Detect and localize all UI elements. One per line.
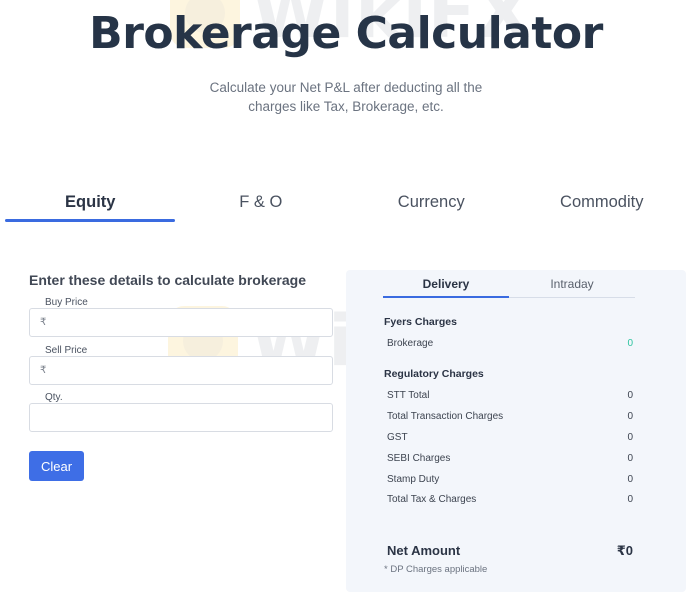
buy-price-field[interactable]: Buy Price ₹ bbox=[29, 297, 333, 337]
rupee-icon: ₹ bbox=[40, 365, 47, 376]
tab-currency[interactable]: Currency bbox=[346, 186, 517, 222]
qty-input[interactable] bbox=[52, 410, 322, 426]
row-label: Stamp Duty bbox=[387, 474, 440, 485]
results-panel: Delivery Intraday Fyers Charges Brokerag… bbox=[346, 270, 686, 592]
page-subtitle: Calculate your Net P&L after deducting a… bbox=[209, 80, 483, 114]
form-heading: Enter these details to calculate brokera… bbox=[29, 272, 306, 288]
qty-field[interactable]: Qty. bbox=[29, 392, 333, 432]
buy-price-label: Buy Price bbox=[41, 297, 92, 308]
rupee-icon: ₹ bbox=[40, 317, 47, 328]
clear-button[interactable]: Clear bbox=[29, 451, 84, 481]
sebi-charges-row: SEBI Charges 0 bbox=[387, 453, 633, 464]
net-amount-row: Net Amount ₹0 bbox=[387, 543, 633, 559]
gst-row: GST 0 bbox=[387, 432, 633, 443]
row-value: 0 bbox=[627, 474, 633, 485]
sell-price-field[interactable]: Sell Price ₹ bbox=[29, 345, 333, 385]
transaction-charges-row: Total Transaction Charges 0 bbox=[387, 411, 633, 422]
row-label: SEBI Charges bbox=[387, 453, 451, 464]
brokerage-row: Brokerage 0 bbox=[387, 338, 633, 349]
fyers-charges-title: Fyers Charges bbox=[384, 316, 457, 328]
row-value: 0 bbox=[627, 453, 633, 464]
row-value: 0 bbox=[627, 411, 633, 422]
row-label: Total Transaction Charges bbox=[387, 411, 504, 422]
row-value: 0 bbox=[627, 494, 633, 505]
page-title: Brokerage Calculator bbox=[89, 8, 603, 59]
net-amount-value: ₹0 bbox=[616, 543, 633, 558]
stamp-duty-row: Stamp Duty 0 bbox=[387, 474, 633, 485]
input-form: Enter these details to calculate brokera… bbox=[12, 262, 345, 602]
regulatory-charges-title: Regulatory Charges bbox=[384, 368, 484, 380]
segment-tabs: Equity F & O Currency Commodity bbox=[5, 186, 687, 222]
tab-intraday[interactable]: Intraday bbox=[509, 272, 635, 297]
row-label: GST bbox=[387, 432, 408, 443]
row-label: Total Tax & Charges bbox=[387, 494, 477, 505]
brokerage-calculator-page: WikiFX WikiFX Brokerage Calculator Calcu… bbox=[0, 0, 692, 605]
buy-price-input[interactable] bbox=[52, 315, 322, 331]
trade-type-tabs: Delivery Intraday bbox=[383, 272, 635, 298]
row-value: 0 bbox=[627, 432, 633, 443]
total-tax-row: Total Tax & Charges 0 bbox=[387, 494, 633, 505]
dp-charges-note: * DP Charges applicable bbox=[384, 564, 488, 575]
row-value: 0 bbox=[627, 390, 633, 401]
tab-f-and-o[interactable]: F & O bbox=[176, 186, 347, 222]
sell-price-label: Sell Price bbox=[41, 345, 92, 356]
brokerage-value: 0 bbox=[627, 338, 633, 349]
stt-total-row: STT Total 0 bbox=[387, 390, 633, 401]
net-amount-label: Net Amount bbox=[387, 543, 461, 558]
tab-delivery[interactable]: Delivery bbox=[383, 272, 509, 298]
row-label: STT Total bbox=[387, 390, 430, 401]
qty-label: Qty. bbox=[41, 392, 67, 403]
tab-equity[interactable]: Equity bbox=[5, 186, 176, 222]
brokerage-label: Brokerage bbox=[387, 338, 434, 349]
sell-price-input[interactable] bbox=[52, 363, 322, 379]
tab-commodity[interactable]: Commodity bbox=[517, 186, 688, 222]
